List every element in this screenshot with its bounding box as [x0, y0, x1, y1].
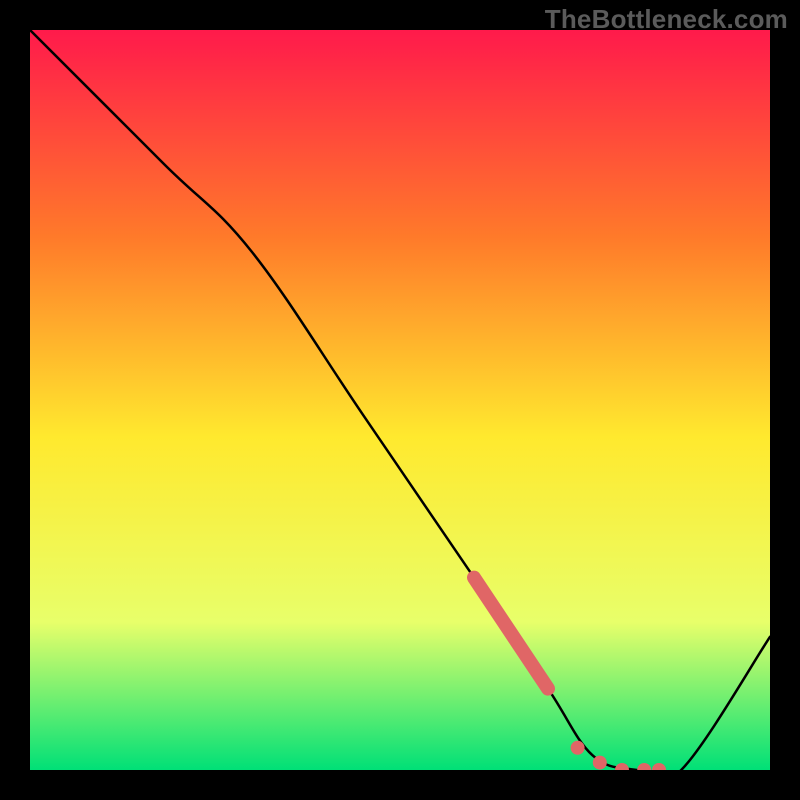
chart-frame: TheBottleneck.com	[0, 0, 800, 800]
chart-svg	[30, 30, 770, 770]
highlight-dot	[571, 741, 585, 755]
plot-area	[30, 30, 770, 770]
highlight-dot	[593, 756, 607, 770]
